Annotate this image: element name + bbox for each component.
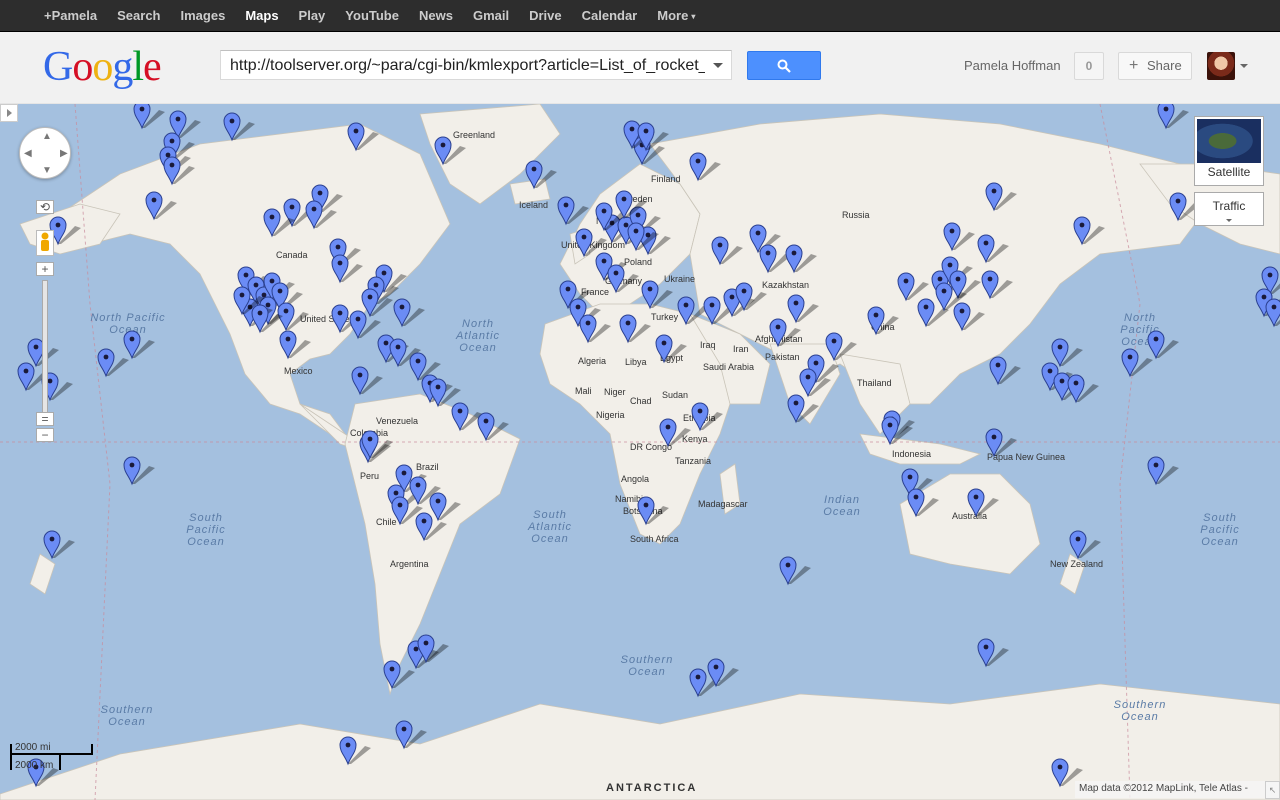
country-label: Peru: [360, 471, 380, 481]
scale-km: 2000 km: [15, 760, 54, 771]
topbar-item-news[interactable]: News: [409, 0, 463, 32]
zoom-slider-handle[interactable]: =: [36, 412, 54, 426]
ocean-label: Southern Ocean: [620, 654, 674, 678]
topbar-item-youtube[interactable]: YouTube: [335, 0, 409, 32]
country-label: Madagascar: [698, 499, 748, 509]
country-label: Nigeria: [596, 410, 625, 420]
country-label: Sudan: [662, 390, 689, 400]
topbar-item-play[interactable]: Play: [289, 0, 336, 32]
search-query-text: http://toolserver.org/~para/cgi-bin/kmle…: [230, 57, 705, 74]
topbar-item-gmail[interactable]: Gmail: [463, 0, 519, 32]
pan-right-icon[interactable]: ▶: [60, 148, 68, 159]
logo-letter: o: [92, 44, 113, 90]
google-logo[interactable]: Google: [43, 44, 162, 90]
topbar-item-maps[interactable]: Maps: [235, 0, 288, 32]
country-label: Niger: [604, 387, 626, 397]
ocean-label: South Atlantic Ocean: [527, 509, 573, 545]
country-label: Iraq: [700, 340, 716, 350]
country-label: Pakistan: [765, 352, 800, 362]
country-label: Angola: [621, 474, 650, 484]
country-label: Turkey: [651, 312, 679, 322]
country-label: South Africa: [630, 534, 679, 544]
ocean-label: Southern Ocean: [1113, 699, 1167, 723]
logo-letter: e: [143, 44, 162, 90]
traffic-button[interactable]: Traffic: [1194, 192, 1264, 226]
country-label: Iran: [733, 344, 749, 354]
header: Google http://toolserver.org/~para/cgi-b…: [0, 32, 1280, 104]
satellite-thumbnail: [1197, 119, 1261, 163]
search-input[interactable]: http://toolserver.org/~para/cgi-bin/kmle…: [220, 50, 732, 80]
country-label: Russia: [842, 210, 870, 220]
rotate-icon[interactable]: ⟲: [36, 200, 54, 214]
antarctica-label: ANTARCTICA: [606, 782, 698, 794]
account-dropdown-icon[interactable]: [1240, 64, 1248, 68]
country-label: Indonesia: [892, 449, 932, 459]
country-label: Canada: [276, 250, 308, 260]
chevron-down-icon: ▾: [691, 11, 696, 21]
search-button[interactable]: [747, 51, 821, 80]
country-label: Argentina: [390, 559, 429, 569]
chevron-right-icon: [7, 109, 12, 117]
country-label: Algeria: [578, 356, 607, 366]
pan-left-icon[interactable]: ◀: [24, 148, 32, 159]
country-label: Iceland: [519, 200, 549, 210]
logo-letter: g: [112, 44, 133, 90]
ocean-label: Southern Ocean: [100, 704, 154, 728]
notifications-count-button[interactable]: 0: [1074, 52, 1104, 80]
ocean-label: Indian Ocean: [823, 494, 861, 518]
user-name[interactable]: Pamela Hoffman: [964, 58, 1061, 73]
share-button[interactable]: + Share: [1118, 52, 1192, 80]
satellite-label: Satellite: [1207, 165, 1251, 179]
country-label: Mali: [575, 386, 592, 396]
plus-icon: +: [1129, 57, 1139, 74]
satellite-button[interactable]: Satellite: [1194, 116, 1264, 186]
topbar-item-search[interactable]: Search: [107, 0, 170, 32]
ocean-label: South Pacific Ocean: [186, 512, 226, 548]
google-top-bar: +Pamela Search Images Maps Play YouTube News Gm…: [0, 0, 1280, 32]
zoom-out-button[interactable]: −: [36, 428, 54, 442]
map-attribution[interactable]: Map data ©2012 MapLink, Tele Atlas -: [1075, 781, 1265, 798]
scale-miles: 2000 mi: [15, 742, 51, 753]
pan-control[interactable]: ▲ ▼ ◀ ▶: [19, 127, 71, 179]
country-label: Saudi Arabia: [703, 362, 755, 372]
zoom-slider[interactable]: [42, 280, 48, 415]
topbar-item-drive[interactable]: Drive: [519, 0, 572, 32]
avatar[interactable]: [1207, 52, 1235, 80]
street-view-pegman-icon[interactable]: [36, 230, 54, 256]
logo-letter: o: [72, 44, 93, 90]
country-label: New Zealand: [1050, 559, 1104, 569]
search-icon: [777, 59, 791, 73]
map-scale: 2000 mi 2000 km: [10, 742, 95, 772]
logo-letter: l: [132, 44, 144, 90]
ocean-label: North Atlantic Ocean: [455, 318, 501, 354]
ocean-label: South Pacific Ocean: [1200, 512, 1240, 548]
traffic-label: Traffic: [1212, 199, 1246, 213]
country-label: Thailand: [857, 378, 892, 388]
country-label: Finland: [651, 174, 681, 184]
share-label: Share: [1147, 58, 1182, 73]
pan-down-icon[interactable]: ▼: [42, 165, 52, 176]
map-canvas[interactable]: GreenlandIcelandNorwaySwedenFinlandRussi…: [0, 104, 1280, 800]
topbar-item-more[interactable]: More ▾: [647, 0, 705, 32]
logo-letter: G: [43, 44, 73, 90]
zoom-in-button[interactable]: +: [36, 262, 54, 276]
topbar-item-pamela[interactable]: +Pamela: [34, 0, 107, 32]
side-panel-toggle-button[interactable]: [0, 104, 18, 122]
pan-up-icon[interactable]: ▲: [42, 131, 52, 142]
topbar-item-calendar[interactable]: Calendar: [572, 0, 648, 32]
country-label: Chad: [630, 396, 652, 406]
country-label: Tanzania: [675, 456, 712, 466]
chevron-down-icon: [1226, 219, 1232, 222]
country-label: Mexico: [284, 366, 313, 376]
country-label: Libya: [625, 357, 647, 367]
expand-corner-icon[interactable]: ↖: [1265, 781, 1280, 799]
topbar-item-images[interactable]: Images: [171, 0, 236, 32]
search-dropdown-arrow-icon[interactable]: [713, 63, 723, 68]
country-label: Venezuela: [376, 416, 419, 426]
